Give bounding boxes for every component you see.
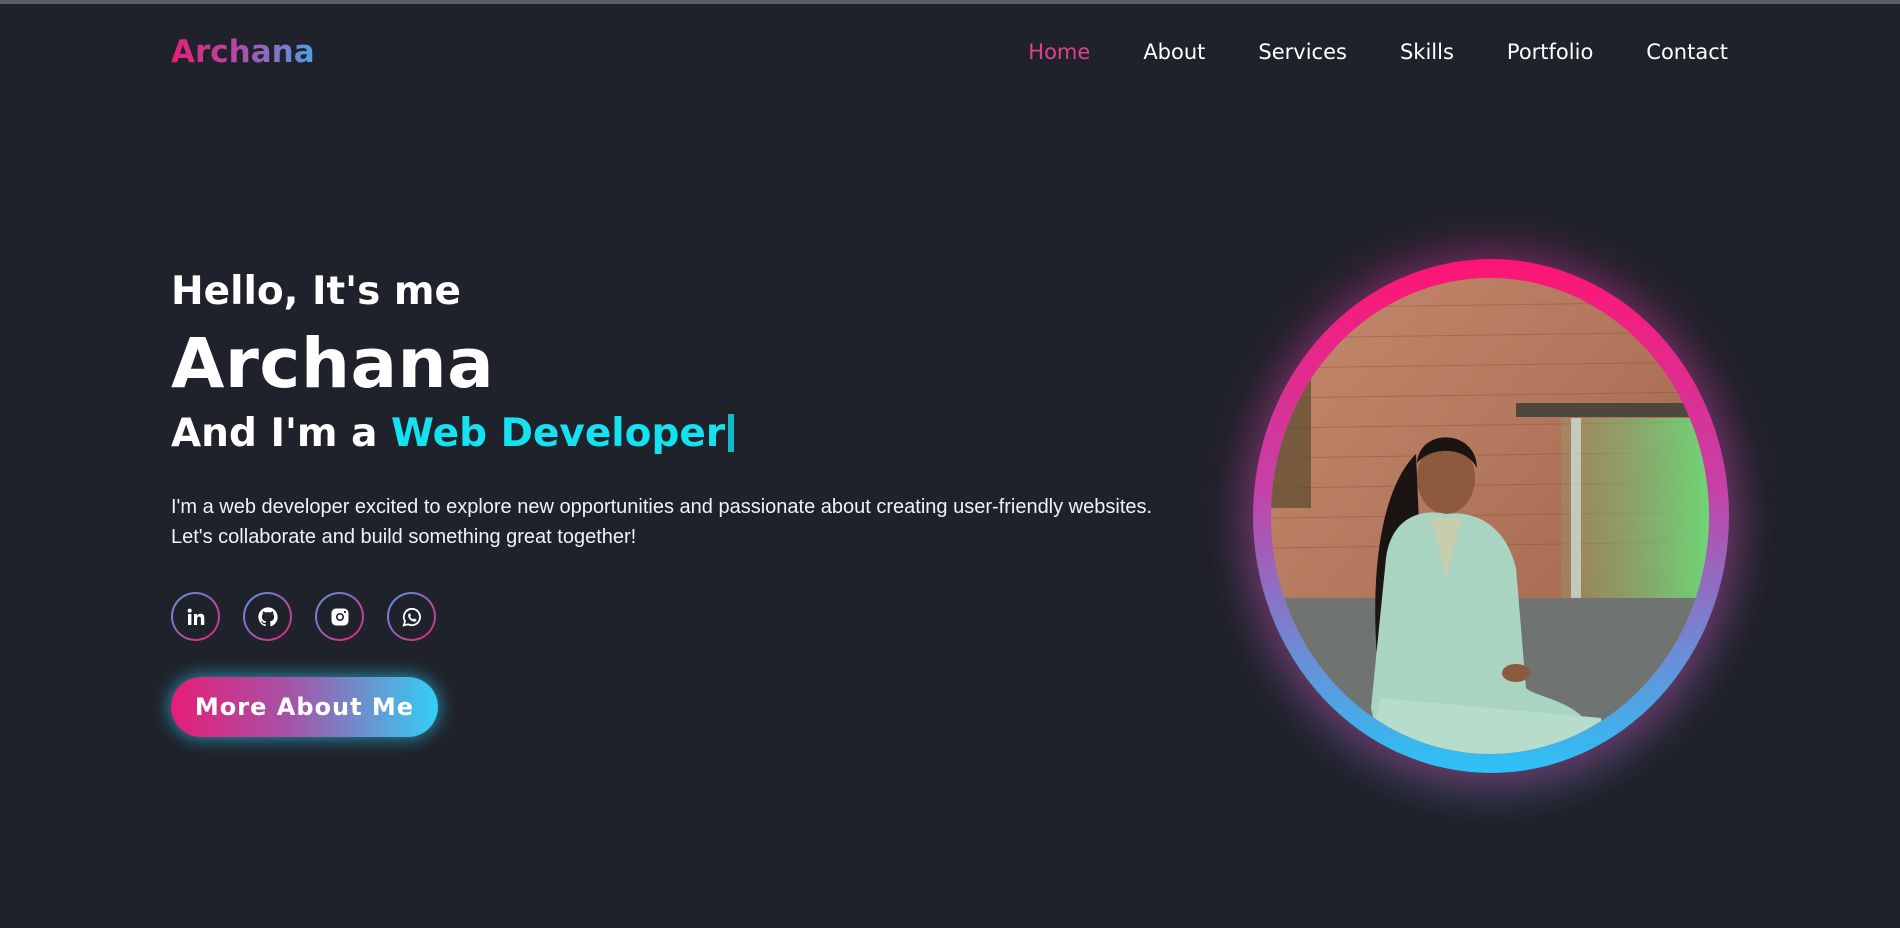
role-prefix: And I'm a: [171, 411, 378, 456]
profile-photo: [1271, 278, 1709, 754]
whatsapp-icon: [402, 607, 421, 627]
main-nav: Home About Services Skills Portfolio Con…: [1028, 40, 1728, 64]
more-about-me-button[interactable]: More About Me: [171, 677, 438, 737]
hero-description: I'm a web developer excited to explore n…: [171, 496, 1153, 518]
hero-section: Hello, It's me Archana And I'm a Web Dev…: [171, 264, 1231, 737]
typing-cursor: [728, 414, 735, 452]
hero-name: Archana: [171, 324, 495, 404]
instagram-link[interactable]: [315, 592, 364, 641]
github-icon: [257, 606, 278, 626]
role-typed-text: Web Developer: [391, 411, 726, 456]
nav-portfolio[interactable]: Portfolio: [1507, 40, 1593, 64]
social-links: [171, 592, 1231, 641]
browser-top-edge: [0, 0, 1900, 4]
site-logo[interactable]: Archana: [171, 34, 315, 70]
linkedin-link[interactable]: [171, 592, 220, 641]
nav-home[interactable]: Home: [1028, 40, 1090, 64]
nav-services[interactable]: Services: [1258, 40, 1347, 64]
hero-greeting: Hello, It's me: [171, 269, 461, 314]
profile-photo-illustration: [1271, 278, 1709, 754]
profile-photo-frame: [1253, 259, 1729, 773]
instagram-icon: [331, 608, 348, 625]
nav-skills[interactable]: Skills: [1400, 40, 1454, 64]
hero-role: And I'm a Web Developer: [171, 406, 1231, 462]
nav-contact[interactable]: Contact: [1646, 40, 1728, 64]
github-link[interactable]: [243, 592, 292, 641]
linkedin-icon: [187, 608, 204, 625]
hero-description-2: Let's collaborate and build something gr…: [171, 526, 637, 548]
nav-about[interactable]: About: [1143, 40, 1205, 64]
whatsapp-link[interactable]: [387, 592, 436, 641]
